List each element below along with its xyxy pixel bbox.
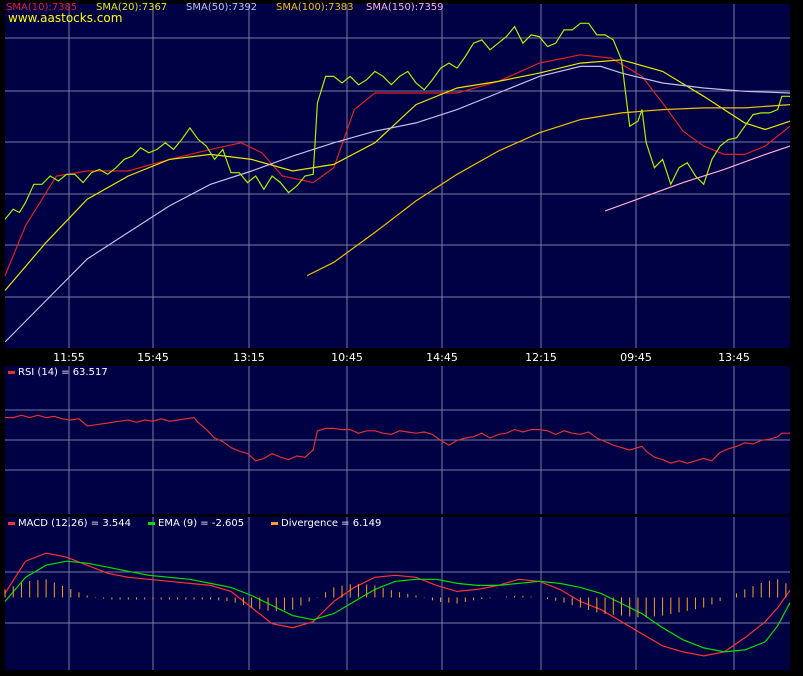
legend-entry: EMA (9) = -2.605 [158,518,244,529]
legend-entry: MACD (12,26) = 3.544 [18,518,131,529]
legend-entry: SMA(10):7385 [6,2,77,13]
price-panel-legend: SMA(10):7385 SMA(20):7367 SMA(50):7392 SMA(… [6,2,444,13]
price-panel-background [5,4,790,348]
x-tick-label: 14:45 [426,351,458,364]
x-tick-label: 09:45 [620,351,652,364]
legend-swatch [148,522,155,525]
legend-entry: SMA(100):7383 [276,2,354,13]
x-tick-label: 11:55 [53,351,85,364]
stock-chart: 11:55 15:45 13:15 10:45 14:45 12:15 09:45 13:45… [0,0,803,672]
chart-canvas: 11:55 15:45 13:15 10:45 14:45 12:15 09:45 13:45… [4,2,791,670]
legend-entry: SMA(150):7359 [366,2,444,13]
legend-swatch [8,371,15,374]
x-tick-label: 13:15 [233,351,265,364]
legend-entry: SMA(20):7367 [96,2,167,13]
legend-swatch [8,522,15,525]
watermark: www.aastocks.com [8,11,122,25]
x-tick-label: 10:45 [331,351,363,364]
x-tick-label: 12:15 [525,351,557,364]
x-tick-label: 15:45 [137,351,169,364]
x-tick-label: 13:45 [718,351,750,364]
rsi-panel-legend: RSI (14) = 63.517 [8,367,108,378]
x-axis-ticks: 11:55 15:45 13:15 10:45 14:45 12:15 09:45 13:45 [53,351,750,364]
macd-panel-legend: MACD (12,26) = 3.544 EMA (9) = -2.605 Dive… [8,518,381,529]
legend-swatch [271,522,278,525]
legend-entry: Divergence = 6.149 [281,518,381,529]
legend-entry: SMA(50):7392 [186,2,257,13]
macd-panel-background [5,517,790,670]
legend-entry: RSI (14) = 63.517 [18,367,108,378]
